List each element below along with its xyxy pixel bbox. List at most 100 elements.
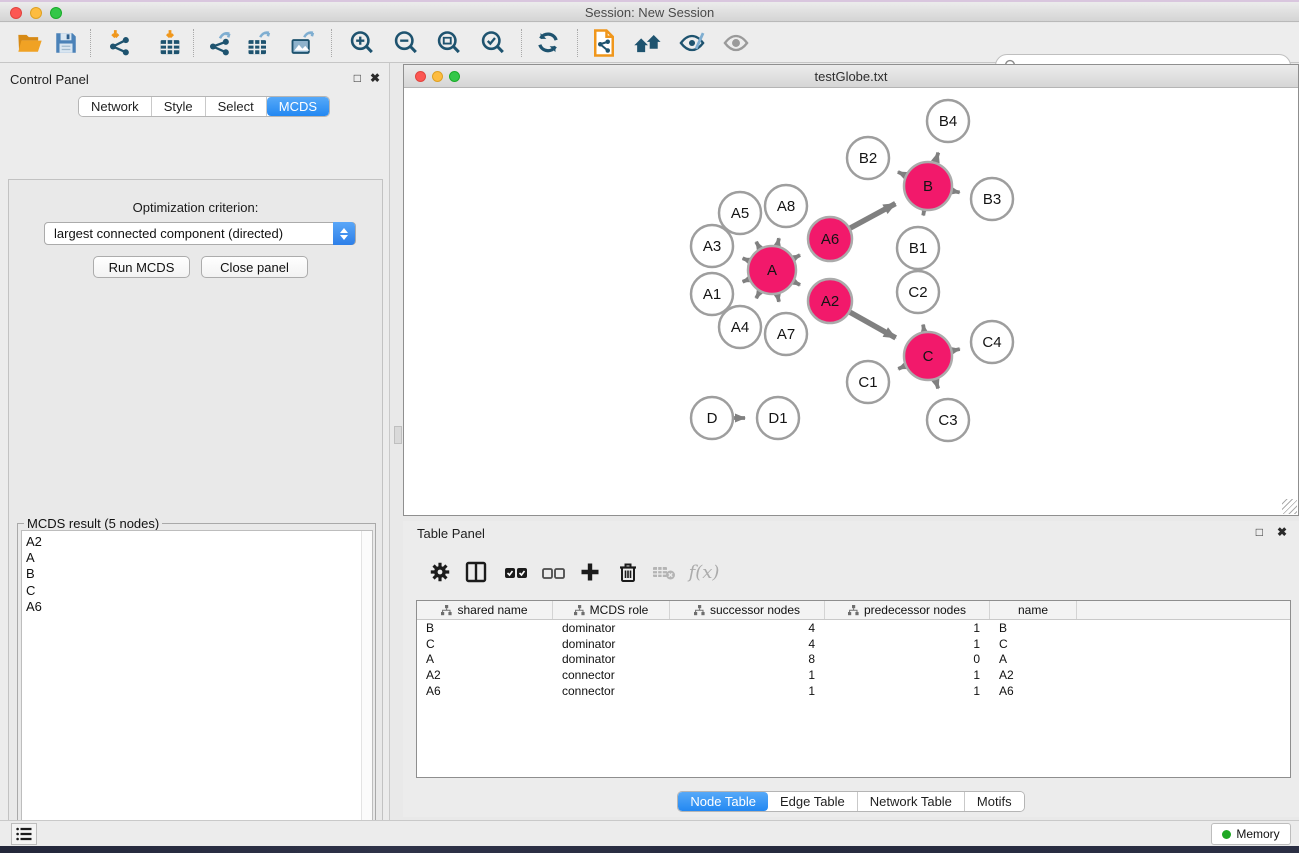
tab-network-table[interactable]: Network Table [858, 792, 965, 811]
mcds-result-item[interactable]: A6 [26, 599, 372, 615]
close-panel-button[interactable]: Close panel [201, 256, 308, 278]
graph-node-C1[interactable]: C1 [847, 361, 889, 403]
open-session-button[interactable] [14, 28, 46, 58]
mcds-result-item[interactable]: C [26, 583, 372, 599]
refresh-button[interactable] [532, 28, 564, 58]
table-cell: connector [553, 684, 670, 698]
table-cell: B [417, 621, 553, 635]
graph-node-A6[interactable]: A6 [808, 217, 852, 261]
table-cell: 1 [825, 668, 990, 682]
graph-node-B[interactable]: B [904, 162, 952, 210]
table-row[interactable]: A2connector11A2 [417, 667, 1290, 683]
graph-node-B1[interactable]: B1 [897, 227, 939, 269]
graph-node-C[interactable]: C [904, 332, 952, 380]
zoom-in-button[interactable] [346, 28, 378, 58]
import-network-button[interactable] [104, 28, 136, 58]
column-header-shared-name[interactable]: shared name [417, 601, 553, 619]
import-table-icon [156, 29, 184, 57]
svg-text:C1: C1 [858, 374, 877, 391]
show-hide-button[interactable] [720, 28, 752, 58]
zoom-out-button[interactable] [390, 28, 422, 58]
result-scrollbar[interactable] [361, 531, 372, 853]
task-history-button[interactable] [11, 823, 37, 845]
tab-node-table[interactable]: Node Table [678, 792, 768, 811]
column-header-successor-nodes[interactable]: successor nodes [670, 601, 825, 619]
graph-node-C3[interactable]: C3 [927, 399, 969, 441]
graph-node-B4[interactable]: B4 [927, 100, 969, 142]
import-network-icon [106, 29, 134, 57]
graph-node-A1[interactable]: A1 [691, 273, 733, 315]
deselect-all-button[interactable] [537, 556, 569, 588]
zoom-in-icon [348, 29, 376, 57]
network-window: testGlobe.txt A A1 A2 A3 A4 A5 A6 A7 A8 B B1 B2 B3B4… [403, 64, 1299, 516]
graph-node-A7[interactable]: A7 [765, 313, 807, 355]
table-row[interactable]: A6connector11A6 [417, 683, 1290, 699]
tab-motifs[interactable]: Motifs [965, 792, 1024, 811]
delete-column-button[interactable] [612, 556, 644, 588]
delete-table-button[interactable] [648, 556, 680, 588]
add-column-button[interactable] [574, 556, 606, 588]
column-header-name[interactable]: name [990, 601, 1077, 619]
graph-node-C2[interactable]: C2 [897, 271, 939, 313]
table-cell: A2 [417, 668, 553, 682]
table-close-icon[interactable]: ✖ [1277, 525, 1287, 539]
table-settings-button[interactable] [424, 556, 456, 588]
mcds-result-item[interactable]: B [26, 566, 372, 582]
function-builder-button[interactable]: f(x) [688, 556, 720, 588]
column-header-predecessor-nodes[interactable]: predecessor nodes [825, 601, 990, 619]
graph-node-A2[interactable]: A2 [808, 279, 852, 323]
import-table-button[interactable] [154, 28, 186, 58]
mcds-result-group: MCDS result (5 nodes) A2ABCA6 [17, 523, 376, 853]
show-columns-button[interactable] [460, 556, 492, 588]
float-panel-icon[interactable]: □ [354, 71, 361, 85]
resize-grip[interactable] [1282, 499, 1297, 514]
graph-node-A8[interactable]: A8 [765, 185, 807, 227]
criterion-dropdown[interactable]: largest connected component (directed) [44, 222, 356, 245]
window-titlebar: Session: New Session [0, 0, 1299, 22]
mcds-result-item[interactable]: A2 [26, 534, 372, 550]
status-bar: Memory [0, 820, 1299, 846]
memory-button[interactable]: Memory [1211, 823, 1291, 845]
close-panel-icon[interactable]: ✖ [370, 71, 380, 85]
render-details-button[interactable] [676, 28, 708, 58]
zoom-selected-button[interactable] [477, 28, 509, 58]
graph-node-D1[interactable]: D1 [757, 397, 799, 439]
mcds-result-item[interactable]: A [26, 550, 372, 566]
table-float-icon[interactable]: □ [1256, 525, 1263, 539]
shared-column-icon [574, 605, 585, 616]
column-header-MCDS-role[interactable]: MCDS role [553, 601, 670, 619]
tab-edge-table[interactable]: Edge Table [768, 792, 858, 811]
graph-node-A4[interactable]: A4 [719, 306, 761, 348]
run-mcds-button[interactable]: Run MCDS [93, 256, 190, 278]
table-row[interactable]: Cdominator41C [417, 636, 1290, 652]
network-window-titlebar[interactable]: testGlobe.txt [404, 65, 1298, 88]
first-neighbors-button[interactable] [632, 28, 664, 58]
table-cell: 1 [670, 668, 825, 682]
graph-node-A3[interactable]: A3 [691, 225, 733, 267]
graph-node-D[interactable]: D [691, 397, 733, 439]
export-image-button[interactable] [287, 28, 319, 58]
tab-select[interactable]: Select [206, 97, 267, 116]
select-all-button[interactable] [500, 556, 532, 588]
mcds-result-list[interactable]: A2ABCA6 [21, 530, 373, 853]
table-row[interactable]: Bdominator41B [417, 620, 1290, 636]
split-pane-handle[interactable] [394, 426, 402, 444]
table-row[interactable]: Adominator80A [417, 651, 1290, 667]
graph-node-B2[interactable]: B2 [847, 137, 889, 179]
network-canvas[interactable]: A A1 A2 A3 A4 A5 A6 A7 A8 B B1 B2 B3B4 C C1 C2 C3C4 D D1 [404, 88, 1298, 515]
graph-node-B3[interactable]: B3 [971, 178, 1013, 220]
save-session-button[interactable] [50, 28, 82, 58]
export-table-button[interactable] [243, 28, 275, 58]
tab-network[interactable]: Network [79, 97, 152, 116]
zoom-fit-button[interactable] [433, 28, 465, 58]
graph-node-A[interactable]: A [748, 246, 796, 294]
tab-mcds[interactable]: MCDS [267, 97, 329, 116]
svg-text:D: D [707, 410, 718, 427]
table-cell: C [990, 637, 1077, 651]
table-cell: B [990, 621, 1077, 635]
tab-style[interactable]: Style [152, 97, 206, 116]
network-from-file-button[interactable] [588, 28, 620, 58]
export-network-button[interactable] [204, 28, 236, 58]
graph-node-C4[interactable]: C4 [971, 321, 1013, 363]
graph-node-A5[interactable]: A5 [719, 192, 761, 234]
